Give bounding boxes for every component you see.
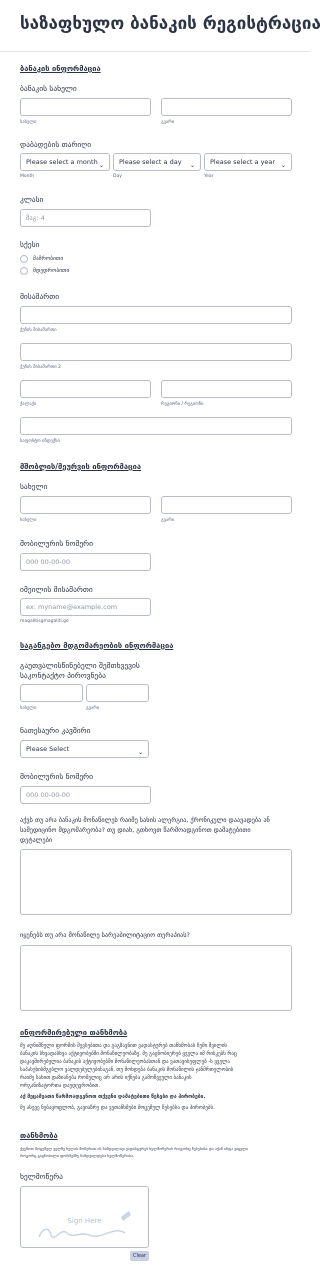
therapy-details-textarea[interactable] (20, 945, 292, 1011)
birth-month-select[interactable]: Please select a month ⌄ (20, 153, 110, 171)
health-question-line2: სამედიცინო მდგომარეობა? თუ დიახ, გთხოვთ … (20, 827, 251, 834)
city-input[interactable] (20, 380, 151, 398)
relation-label: ნათესაური კავშირი (20, 726, 91, 735)
health-question-line3: დეტალები (20, 837, 53, 844)
gender-radio-male[interactable] (20, 255, 28, 263)
gender-option-male: მამრობითი (33, 256, 64, 262)
agreement-text: ქვემოთ მოცემულ ველზე ხელის მოწერით ის ნა… (20, 1145, 292, 1159)
city-sublabel: ქალაქი (20, 402, 37, 407)
health-question-line1: აქვს თუ არა ბანაკის მონაწილეს რაიმე სახი… (20, 817, 270, 824)
emergency-last-name-input[interactable] (86, 684, 149, 702)
parent-phone-label: მობილურის ნომერი (20, 539, 94, 548)
relation-select[interactable]: Please Select ⌄ (20, 740, 149, 758)
birth-date-label: დაბადების თარიღი (20, 140, 92, 149)
agreement-section-heading: თანხმობა (20, 1131, 58, 1140)
parent-email-label: იმეილის მისამართი (20, 585, 93, 594)
page-title: საზაფხულო ბანაკის რეგისტრაცია (20, 14, 320, 34)
sign-here-text: Sign Here (67, 1217, 102, 1225)
street-address-input[interactable] (20, 306, 292, 324)
postal-code-input[interactable] (20, 417, 292, 435)
parent-section-heading: მშობლის/მეურვის ინფორმაცია (20, 462, 142, 471)
consent-line: მე ასევე ნებაყოფლობ, გავიაზრე და ვეთანხმ… (20, 1105, 215, 1111)
parent-phone-input[interactable]: 000 00-00-00 (20, 553, 151, 571)
consent-line: ბანაკის სხვადასხვა აქტივობებში მონაწილეო… (20, 1051, 237, 1057)
health-details-textarea[interactable] (20, 849, 292, 915)
street-address-sublabel: ქუჩის მისამართი (20, 328, 57, 333)
parent-email-sublabel: magalitisgmagaliti.ge (20, 619, 69, 624)
region-input[interactable] (161, 380, 292, 398)
birth-year-sublabel: Year (204, 174, 214, 179)
parent-email-input[interactable]: ex: myname@example.com (20, 598, 151, 616)
consent-section-heading: ინფორმირებული თანხმობა (20, 1028, 128, 1037)
postal-code-sublabel: საფოსტო ინდექსი (20, 439, 60, 444)
grade-input[interactable]: მაგ: 4 (20, 209, 151, 227)
grade-label: კლასი (20, 195, 44, 204)
emergency-last-name-sublabel: გვარი (86, 706, 100, 711)
parent-first-name-input[interactable] (20, 496, 151, 514)
birth-day-select[interactable]: Please select a day ⌄ (113, 153, 201, 171)
birth-month-sublabel: Month (20, 174, 35, 179)
clear-signature-button[interactable]: Clear (130, 1251, 149, 1261)
street-address-2-input[interactable] (20, 343, 292, 361)
camper-name-label: ბანაკის სახელი (20, 84, 77, 93)
emergency-contact-label-line1: გაუთვალისწინებელი შემთხვევის (20, 661, 140, 670)
address-label: მისამართი (20, 292, 60, 301)
parent-name-label: სახელი (20, 482, 48, 491)
emergency-phone-label: მობილურის ნომერი (20, 772, 94, 781)
emergency-section-heading: საგანგებო მდგომარეობის ინფორმაცია (20, 641, 174, 650)
emergency-phone-input[interactable]: 000 00-00-00 (20, 786, 151, 804)
camper-last-name-sublabel: გვარი (161, 120, 175, 125)
camper-first-name-sublabel: სახელი (20, 120, 37, 125)
consent-text: მე აღნიშნული ფორმის შევსებითა და გაგზავნ… (20, 1042, 292, 1112)
parent-last-name-sublabel: გვარი (161, 518, 175, 523)
camper-first-name-input[interactable] (20, 98, 151, 116)
camper-section-heading: ბანაკის ინფორმაცია (20, 64, 101, 73)
chevron-down-icon: ⌄ (98, 162, 104, 169)
signature-label: ხელმოწერა (20, 1172, 63, 1181)
birth-year-value: Please select a year (210, 158, 276, 166)
region-sublabel: რეგიონი / რეგიონი (161, 402, 204, 407)
relation-value: Please Select (26, 745, 70, 753)
parent-last-name-input[interactable] (161, 496, 292, 514)
consent-line: ორგანიზატორთა დაუდევრობით. (20, 1083, 101, 1089)
birth-day-sublabel: Day (113, 174, 122, 179)
parent-first-name-sublabel: სახელი (20, 518, 37, 523)
consent-bold-line: აქ მეცამეათი წარმოადგენოთ თქვენი დამატებ… (20, 1094, 206, 1100)
birth-day-value: Please select a day (119, 158, 182, 166)
birth-month-value: Please select a month (26, 158, 98, 166)
chevron-down-icon: ⌄ (280, 162, 286, 169)
emergency-first-name-sublabel: სახელი (20, 706, 37, 711)
birth-year-select[interactable]: Please select a year ⌄ (204, 153, 292, 171)
consent-line: რაიმე სახით დაზიანება რომელიც არ არის იქ… (20, 1075, 192, 1081)
camper-last-name-input[interactable] (161, 98, 292, 116)
chevron-down-icon: ⌄ (189, 162, 195, 169)
chevron-down-icon: ⌄ (137, 749, 143, 756)
gender-option-female: მდედრობითი (33, 268, 70, 274)
emergency-first-name-input[interactable] (20, 684, 83, 702)
consent-line: დაკავშირებულია ბანაკის აქტივობებში მონაწ… (20, 1059, 230, 1065)
street-address-2-sublabel: ქუჩის მისამართი 2 (20, 365, 61, 370)
signature-pad[interactable]: Sign Here (20, 1186, 149, 1248)
therapy-question-label: იყენებს თუ არა მონაწილე სარეაბილიტაციო თ… (20, 932, 190, 939)
agreement-line: როგორც გაცნობილი ფორმებზე ნამდვილდება ხე… (20, 1153, 135, 1158)
gender-radio-female[interactable] (20, 267, 28, 275)
emergency-contact-label-line2: საკონტაქტო პიროვნება (20, 671, 106, 680)
consent-line: საპასუხისმგებლო ვალდებულებისაგან, თუ მოხ… (20, 1067, 234, 1073)
consent-line: მე აღნიშნული ფორმის შევსებითა და გაგზავნ… (20, 1043, 228, 1049)
gender-label: სქესი (20, 240, 40, 249)
agreement-line: ქვემოთ მოცემულ ველზე ხელის მოწერით ის ნა… (20, 1146, 249, 1151)
title-divider (0, 51, 310, 52)
